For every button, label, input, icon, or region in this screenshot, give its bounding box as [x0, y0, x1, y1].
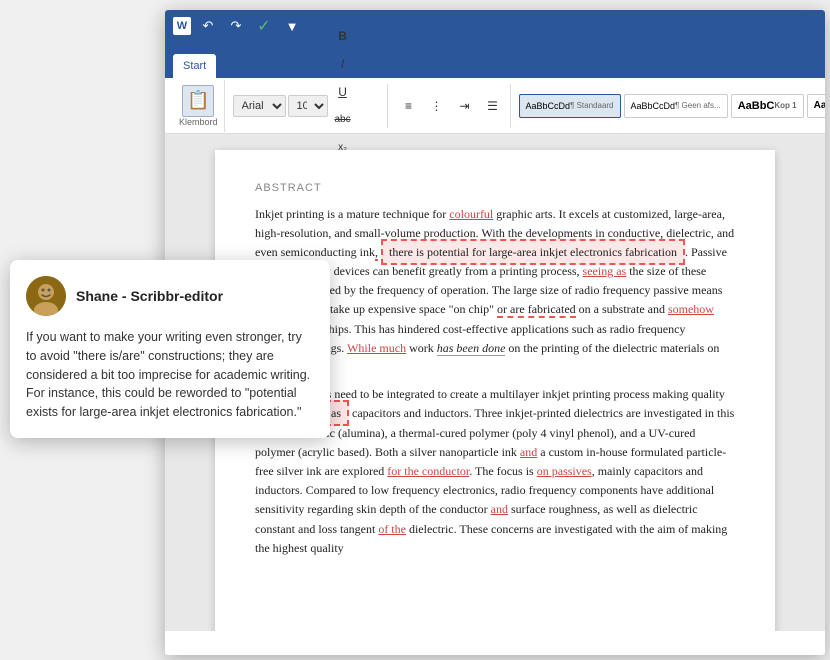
and-link: and: [520, 445, 537, 459]
style-standard[interactable]: AaBbCcDd ¶ Standaard: [519, 94, 621, 118]
bullets-button[interactable]: ≡: [396, 93, 422, 119]
font-size-select[interactable]: 10: [288, 95, 328, 117]
seeing-as-link: seeing as: [583, 264, 627, 278]
on-passives-link: on passives: [537, 464, 592, 478]
italic-button[interactable]: I: [330, 51, 356, 77]
redo-button[interactable]: ↷: [225, 15, 247, 37]
bold-button[interactable]: B: [330, 23, 356, 49]
underline-button[interactable]: U: [330, 79, 356, 105]
comment-header: Shane - Scribbr-editor: [26, 276, 314, 316]
undo-button[interactable]: ↶: [197, 15, 219, 37]
style-no-spacing[interactable]: AaBbCcDd ¶ Geen afs...: [624, 94, 728, 118]
paragraph-group: ≡ ⋮ ⇥ ☰: [392, 84, 511, 128]
highlighted-annotation: there is potential for large-area inkjet…: [381, 239, 685, 265]
strikethrough-button[interactable]: abc: [330, 107, 356, 133]
for-the-link: for the conductor: [387, 464, 469, 478]
in-underline: in: [705, 406, 714, 420]
paste-icon[interactable]: 📋: [182, 85, 214, 117]
save-button[interactable]: ✓: [253, 15, 275, 37]
these-underline: these: [682, 264, 707, 278]
somehow-link: somehow: [668, 302, 714, 316]
of-the-link: of the: [378, 522, 406, 536]
paste-group: 📋 Klembord: [173, 80, 225, 132]
tab-start[interactable]: Start: [173, 54, 216, 78]
comment-author: Shane - Scribbr-editor: [76, 288, 223, 304]
dielectric-underline: lectric: [668, 502, 698, 516]
align-button[interactable]: ☰: [480, 93, 506, 119]
comment-body: If you want to make your writing even st…: [26, 328, 314, 422]
title-bar: W ↶ ↷ ✓ ▼: [165, 10, 825, 42]
and-link2: and: [491, 502, 508, 516]
word-icon: W: [173, 17, 191, 35]
ribbon: Start: [165, 42, 825, 78]
styles-group: AaBbCcDd ¶ Standaard AaBbCcDd ¶ Geen afs…: [515, 84, 825, 128]
avatar: [26, 276, 66, 316]
font-select[interactable]: Arial: [233, 95, 286, 117]
abstract-heading: ABSTRACT: [255, 180, 735, 197]
numbered-list-button[interactable]: ⋮: [424, 93, 450, 119]
are-underline: are: [325, 464, 340, 478]
font-group: Arial 10 B I U abc x₂ x²: [229, 84, 388, 128]
colourful-text: colourful: [449, 207, 493, 221]
indent-button[interactable]: ⇥: [452, 93, 478, 119]
customize-button[interactable]: ▼: [281, 15, 303, 37]
toolbar: 📋 Klembord Arial 10 B I U abc x₂ x² ≡ ⋮: [165, 78, 825, 134]
the-underline: the: [523, 341, 538, 355]
while-much-link: While much: [347, 341, 406, 355]
style-heading1[interactable]: AaBbC Kop 1: [731, 94, 804, 118]
paste-label: Klembord: [179, 117, 218, 127]
style-heading2[interactable]: AaBbCc Kop 2: [807, 94, 825, 118]
comment-bubble: Shane - Scribbr-editor If you want to ma…: [10, 260, 330, 438]
